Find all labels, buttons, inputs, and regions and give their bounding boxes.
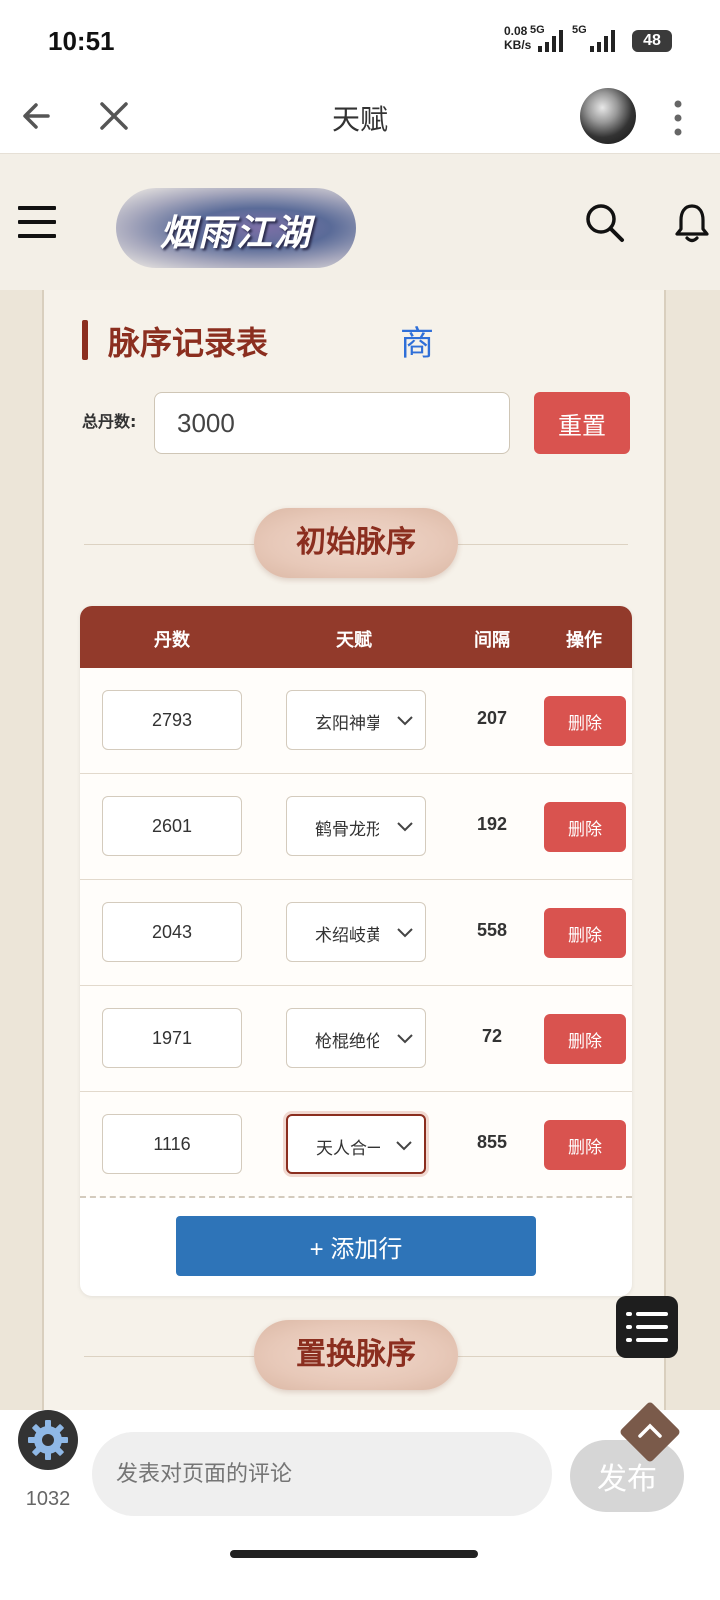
- title-accent-bar: [82, 320, 88, 360]
- chevron-down-icon: [397, 822, 413, 832]
- gap-value: 207: [476, 708, 508, 728]
- chevron-down-icon: [397, 928, 413, 938]
- table-of-contents-icon[interactable]: [616, 1296, 678, 1358]
- comment-count: 1032: [25, 1488, 71, 1510]
- section-title: 脉序记录表: [108, 324, 269, 362]
- initial-sequence-heading: 初始脉序: [254, 508, 458, 578]
- chevron-down-icon: [397, 716, 413, 726]
- status-bar: 10:51 0.08 KB/s 5G 5G 48: [0, 0, 720, 80]
- scroll-top-button[interactable]: [618, 1400, 682, 1464]
- gap-value: 72: [481, 1026, 503, 1046]
- talent-select[interactable]: 枪棍绝伦: [286, 1008, 426, 1068]
- status-time: 10:51: [48, 26, 115, 56]
- signal-2: 5G: [572, 24, 628, 54]
- delete-button[interactable]: 删除: [544, 908, 626, 958]
- avatar[interactable]: [580, 88, 636, 144]
- delete-button[interactable]: 删除: [544, 1120, 626, 1170]
- net-speed-value: 0.08: [504, 24, 528, 38]
- talent-select[interactable]: 玄阳神掌: [286, 690, 426, 750]
- net-speed: 0.08 KB/s: [504, 24, 531, 52]
- column-header-talent: 天赋: [336, 630, 372, 651]
- comment-input[interactable]: [92, 1432, 552, 1516]
- dan-input[interactable]: [102, 902, 242, 962]
- search-icon[interactable]: [584, 202, 626, 244]
- table-header: 丹数 天赋 间隔 操作: [80, 606, 632, 668]
- bell-icon[interactable]: [674, 202, 710, 244]
- table-row: 天人合一 855 删除: [80, 1092, 632, 1198]
- more-vertical-icon[interactable]: [668, 98, 688, 138]
- talent-select-value: 玄阳神掌: [315, 714, 379, 734]
- total-dan-input[interactable]: [154, 392, 510, 454]
- delete-button[interactable]: 删除: [544, 802, 626, 852]
- add-row-button[interactable]: + 添加行: [176, 1216, 536, 1276]
- talent-select[interactable]: 天人合一: [286, 1114, 426, 1174]
- delete-button[interactable]: 删除: [544, 696, 626, 746]
- hamburger-icon[interactable]: [18, 206, 56, 238]
- talent-select[interactable]: 术绍岐黄: [286, 902, 426, 962]
- home-indicator: [230, 1550, 478, 1558]
- browser-nav-bar: 天赋: [0, 80, 720, 154]
- chevron-up-icon: [638, 1423, 662, 1438]
- talent-select-value: 鹤骨龙形: [315, 820, 379, 840]
- gap-value: 558: [476, 920, 508, 940]
- gear-icon: [28, 1420, 68, 1460]
- gap-value: 855: [476, 1132, 508, 1152]
- column-header-dan: 丹数: [154, 630, 190, 651]
- comment-bar: 1032 发布: [0, 1410, 720, 1600]
- signal-bars-icon: [538, 30, 563, 52]
- reset-button[interactable]: 重置: [534, 392, 630, 454]
- table-row: 术绍岐黄 558 删除: [80, 880, 632, 986]
- battery-indicator: 48: [632, 30, 672, 52]
- total-dan-label: 总丹数:: [82, 412, 137, 431]
- gap-value: 192: [476, 814, 508, 834]
- site-logo[interactable]: 烟雨江湖: [116, 188, 356, 268]
- dan-input[interactable]: [102, 796, 242, 856]
- settings-button[interactable]: [18, 1410, 78, 1470]
- column-header-gap: 间隔: [474, 630, 510, 651]
- talent-select[interactable]: 鹤骨龙形: [286, 796, 426, 856]
- signal-bars-icon: [590, 30, 615, 52]
- chevron-down-icon: [396, 1141, 412, 1151]
- sequence-table: 丹数 天赋 间隔 操作 玄阳神掌 207 删除 鹤骨龙形 192 删除: [80, 606, 632, 1296]
- delete-button[interactable]: 删除: [544, 1014, 626, 1064]
- chevron-down-icon: [397, 1034, 413, 1044]
- signal-1: 5G: [530, 24, 570, 54]
- table-row: 鹤骨龙形 192 删除: [80, 774, 632, 880]
- dan-input[interactable]: [102, 1114, 242, 1174]
- shang-link[interactable]: 商: [400, 316, 434, 365]
- column-header-action: 操作: [566, 630, 602, 651]
- net-speed-unit: KB/s: [504, 38, 532, 52]
- dan-input[interactable]: [102, 690, 242, 750]
- talent-select-value: 术绍岐黄: [315, 926, 379, 946]
- talent-select-value: 天人合一: [316, 1139, 380, 1159]
- table-divider: [80, 1196, 632, 1198]
- table-row: 玄阳神掌 207 删除: [80, 668, 632, 774]
- logo-text: 烟雨江湖: [159, 212, 312, 254]
- replace-sequence-heading: 置换脉序: [254, 1320, 458, 1390]
- content-card: 脉序记录表 商 总丹数: 重置 初始脉序 丹数 天赋 间隔 操作 玄阳神掌 20…: [42, 290, 666, 1450]
- dan-input[interactable]: [102, 1008, 242, 1068]
- talent-select-value: 枪棍绝伦: [315, 1032, 379, 1052]
- site-header: 烟雨江湖: [0, 154, 720, 290]
- table-row: 枪棍绝伦 72 删除: [80, 986, 632, 1092]
